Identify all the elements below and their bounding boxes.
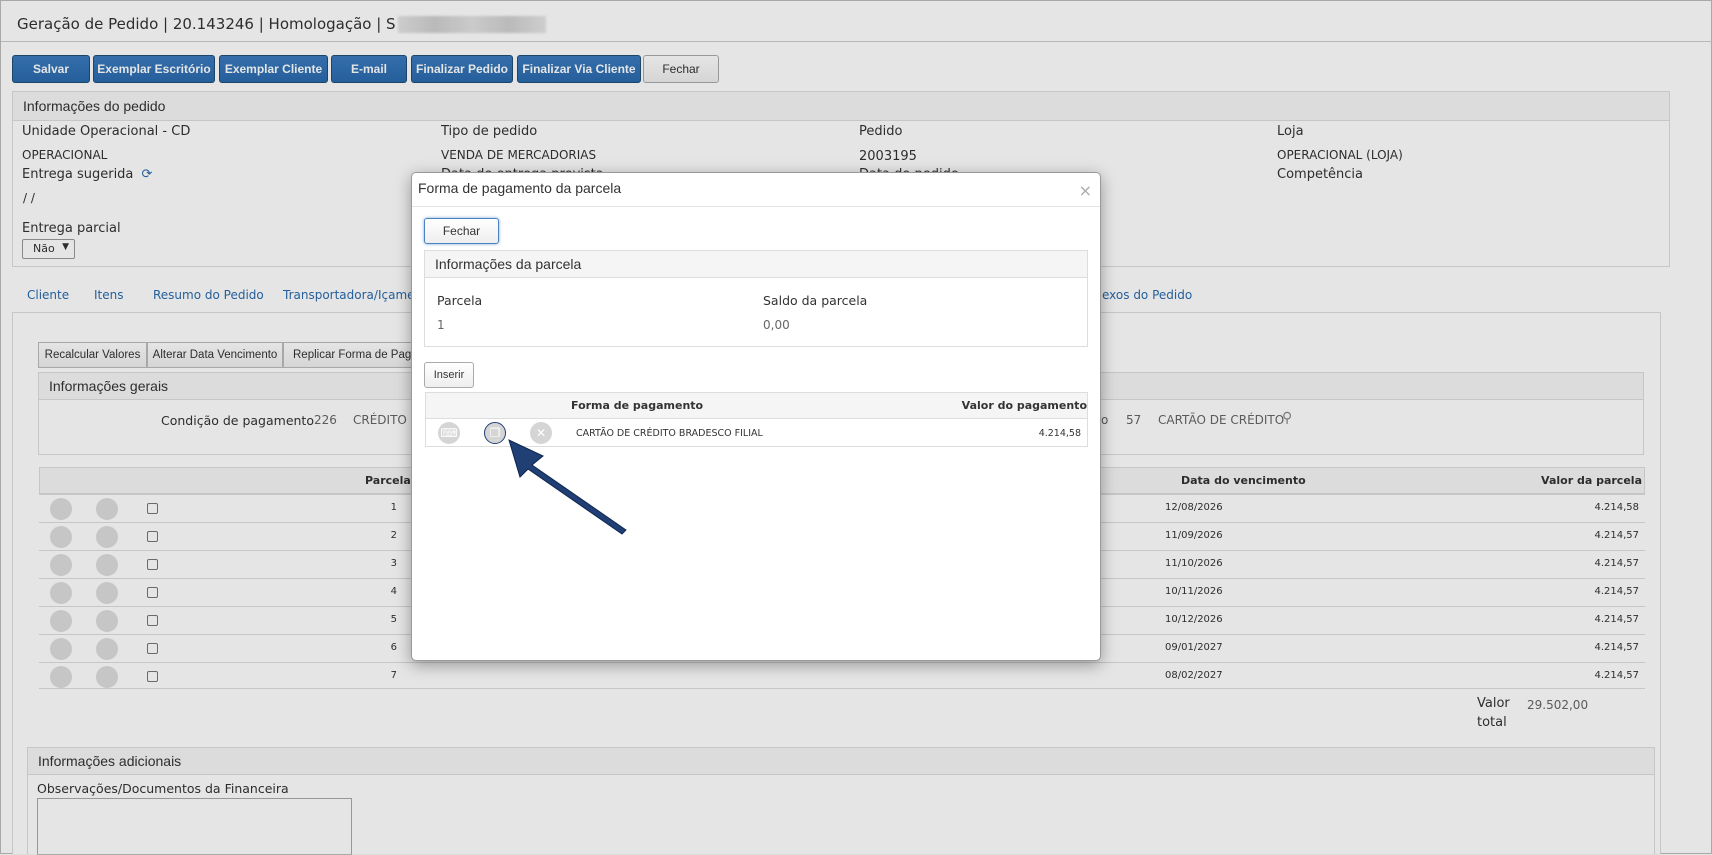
annotation-arrow: [508, 439, 627, 535]
